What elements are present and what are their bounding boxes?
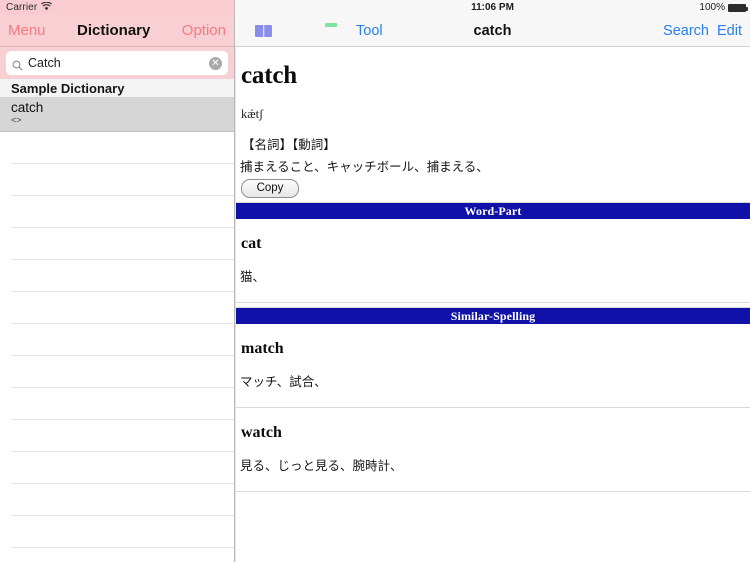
edit-button[interactable]: Edit	[717, 23, 742, 39]
section-heading: Word-Part	[236, 202, 750, 219]
clear-circle-icon[interactable]: ✕	[209, 56, 222, 70]
search-bar-container: Catch ✕	[0, 47, 234, 79]
list-item-empty[interactable]	[0, 196, 234, 228]
list-item-subtitle: <>	[11, 116, 22, 126]
search-input[interactable]: Catch ✕	[6, 51, 228, 75]
content-nav-actions: Search Edit	[663, 23, 742, 39]
list-item-empty[interactable]	[0, 356, 234, 388]
battery-percent-label: 100%	[699, 2, 725, 13]
dictionary-list[interactable]: Sample Dictionary catch <>	[0, 79, 234, 562]
list-item-empty[interactable]	[0, 516, 234, 548]
related-entry[interactable]: cat 猫、	[236, 219, 750, 303]
book-green-icon[interactable]	[325, 25, 342, 37]
list-item-empty[interactable]	[0, 324, 234, 356]
list-item-empty[interactable]	[0, 164, 234, 196]
sidebar-status-bar: Carrier	[0, 0, 234, 15]
copy-button[interactable]: Copy	[241, 179, 299, 198]
wifi-icon	[41, 1, 53, 14]
dictionary-sidebar: Carrier Menu Dictionary Option Catch ✕ S…	[0, 0, 235, 562]
battery-full-icon	[728, 3, 748, 12]
list-item-empty[interactable]	[0, 132, 234, 164]
list-item-empty[interactable]	[0, 452, 234, 484]
sidebar-title: Dictionary	[76, 22, 151, 39]
list-item-empty[interactable]	[0, 260, 234, 292]
dictionary-book-icons	[255, 24, 342, 37]
primary-meaning: 捕まえること、キャッチボール、捕まえる、	[240, 159, 489, 174]
search-button[interactable]: Search	[663, 23, 709, 39]
related-entry-word: watch	[241, 424, 282, 441]
headword: catch	[241, 62, 297, 89]
content-status-bar: 11:06 PM 100%	[235, 0, 750, 15]
phonetic-transcription: kǽtʃ	[241, 107, 264, 121]
book-pink-icon[interactable]	[290, 25, 307, 37]
content-nav-bar: Tool catch Search Edit	[235, 15, 750, 47]
list-item-empty[interactable]	[0, 388, 234, 420]
list-item-empty[interactable]	[0, 420, 234, 452]
menu-button[interactable]: Menu	[8, 22, 46, 39]
app-root: Carrier Menu Dictionary Option Catch ✕ S…	[0, 0, 750, 562]
option-button[interactable]: Option	[182, 22, 226, 39]
list-section-header: Sample Dictionary	[0, 79, 234, 98]
entry-divider	[236, 302, 750, 303]
tool-button[interactable]: Tool	[356, 23, 383, 39]
search-icon	[12, 58, 23, 71]
list-item-empty[interactable]	[0, 292, 234, 324]
list-item-title: catch	[11, 100, 44, 115]
related-entry-definition: 見る、じっと見る、腕時計、	[240, 458, 403, 473]
section-heading: Similar-Spelling	[236, 307, 750, 324]
list-item-empty[interactable]	[0, 228, 234, 260]
status-battery-group: 100%	[699, 0, 748, 15]
list-item-empty[interactable]	[0, 484, 234, 516]
definition-sections: Word-Part cat 猫、 Similar-Spelling match マッチ、試…	[236, 202, 750, 492]
status-left-group: Carrier	[6, 1, 53, 14]
sidebar-nav-bar: Menu Dictionary Option	[0, 15, 234, 47]
related-entry[interactable]: watch 見る、じっと見る、腕時計、	[236, 408, 750, 492]
status-clock: 11:06 PM	[471, 2, 514, 13]
search-input-value[interactable]: Catch	[28, 56, 209, 70]
definition-panel: 11:06 PM 100% Tool catch Search Edit cat…	[235, 0, 750, 562]
related-entry[interactable]: match マッチ、試合、	[236, 324, 750, 408]
book-blue-icon[interactable]	[255, 24, 272, 37]
copy-button-container: Copy	[236, 175, 750, 198]
related-entry-definition: 猫、	[240, 269, 266, 284]
part-of-speech: 【名詞】【動詞】	[242, 137, 336, 152]
definition-document: catch kǽtʃ 【名詞】【動詞】 捕まえること、キャッチボール、捕まえる、…	[235, 47, 750, 562]
related-entry-definition: マッチ、試合、	[240, 374, 327, 389]
list-empty-rows	[0, 132, 234, 548]
entry-divider	[236, 491, 750, 492]
related-entry-word: cat	[241, 235, 262, 252]
related-entry-word: match	[241, 340, 284, 357]
list-item-catch[interactable]: catch <>	[0, 98, 234, 132]
carrier-label: Carrier	[6, 2, 38, 13]
